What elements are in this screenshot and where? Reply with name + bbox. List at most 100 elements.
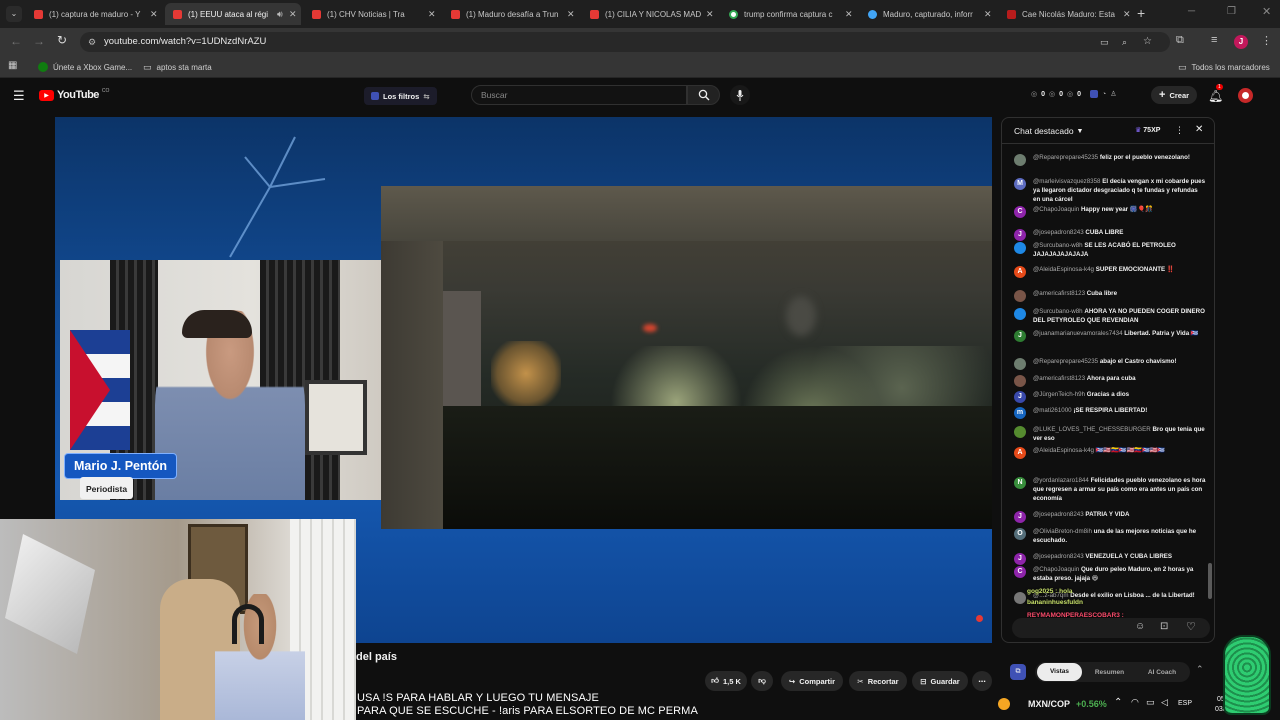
chat-message-body: @americafirst8123 Ahora para cuba [1033,375,1136,387]
browser-tab[interactable]: (1) captura de maduro - Y ✕ [26,3,162,25]
tab-close-icon[interactable]: ✕ [289,9,301,20]
reading-list-icon[interactable]: ≡ [1211,34,1217,46]
chat-message[interactable]: @Surcubano-w8h AHORA YA NO PUEDEN COGER … [1014,308,1206,326]
chat-message[interactable]: J @JürgenTeich-h9h Gracias a dios [1014,391,1206,403]
super-chat-icon[interactable]: ⊡ [1160,621,1168,632]
address-bar[interactable]: ⚙ youtube.com/watch?v=1UDNzdNrAZU ▭ ⌕ ☆ [80,32,1170,52]
chat-scrollbar[interactable] [1208,563,1212,599]
share-icon: ↪ [788,676,796,686]
tab-resumen[interactable]: Resumen [1082,669,1137,676]
chat-message[interactable]: @Repareprepare45235 abajo el Castro chav… [1014,358,1206,370]
tab-close-icon[interactable]: ✕ [1123,9,1135,20]
dislike-button[interactable]: 👎︎ [751,671,773,691]
browser-tab[interactable]: trump confirma captura c ✕ [721,3,857,25]
chat-avatar [1014,592,1026,604]
voice-search-button[interactable] [730,85,750,105]
chat-message[interactable]: J @josepadron8243 VENEZUELA Y CUBA LIBRES [1014,553,1206,565]
share-button[interactable]: ↪ Compartir [781,671,843,691]
chat-text: Desde el exilio en Lisboa ... de la Libe… [1070,592,1195,599]
site-info-icon[interactable]: ⚙ [88,32,96,52]
stock-widget[interactable]: MXN/COP +0.56% [998,698,1107,710]
youtube-logo[interactable]: ▶ YouTube CO [39,88,109,101]
reload-icon[interactable]: ↻ [57,33,67,47]
emoji-icon[interactable]: ☺ [1135,621,1145,632]
chat-input-bar[interactable] [1012,618,1210,638]
tab-close-icon[interactable]: ✕ [567,9,579,20]
minimize-button[interactable]: ─ [1188,6,1195,17]
clip-button[interactable]: ✂ Recortar [849,671,907,691]
chat-message[interactable]: A @AleidaEspinosa-k4g SUPER EMOCIONANTE ‼… [1014,266,1206,278]
chat-message[interactable]: C @ChapoJoaquin Happy new year 🎆🎈🎊 [1014,206,1206,218]
filters-button[interactable]: Los filtros ⇆ [364,87,437,105]
like-button[interactable]: 👍︎ 1,5 K [705,671,747,691]
speaker-icon[interactable]: 🔊︎ [277,9,289,20]
chat-message[interactable]: O @OliviaBreton-dm8ih una de las mejores … [1014,528,1206,546]
chat-mode-dropdown[interactable]: Chat destacado ▼ [1014,126,1083,136]
chat-message[interactable]: J @juanamarianuevamorales7434 Libertad. P… [1014,330,1206,342]
bookmark-folder[interactable]: ▭ aptos sta marta [143,62,212,73]
tab-search-button[interactable]: ⌄ [6,6,22,22]
browser-tab[interactable]: Maduro, capturado, inforr ✕ [860,3,996,25]
chat-message[interactable]: @Surcubano-w8h SE LES ACABÓ EL PETROLEO … [1014,242,1206,260]
search-button[interactable] [687,85,720,105]
chat-message[interactable]: A @AleidaEspinosa-k4g 🇨🇺🇺🇸🇻🇪🇨🇺🇺🇸🇻🇪🇨🇺🇺🇸🇨🇺 [1014,447,1206,459]
chat-message[interactable]: @Repareprepare45235 feliz por el pueblo … [1014,154,1206,166]
close-window-button[interactable]: ✕ [1262,5,1271,18]
tab-ai-coach[interactable]: AI Coach [1137,669,1187,676]
profile-avatar[interactable]: J [1234,35,1248,49]
chat-message[interactable]: m @mati261000 ¡SE RESPIRA LIBERTAD! [1014,407,1206,419]
browser-tab[interactable]: (1) EEUU ataca al régi 🔊︎ ✕ [165,3,301,25]
bookmark-xbox[interactable]: Únete a Xbox Game... [38,62,132,72]
tab-close-icon[interactable]: ✕ [706,9,718,20]
menu-dots-icon[interactable]: ⋮ [1261,34,1272,47]
chat-message[interactable]: N @yordanlazaro1844 Felicidades pueblo ve… [1014,477,1206,504]
chat-message[interactable]: @americafirst8123 Cuba libre [1014,290,1206,302]
chat-tabs-collapse-icon[interactable]: ⌃ [1196,664,1204,675]
language-indicator[interactable]: ESP [1178,700,1192,707]
create-button[interactable]: + Crear [1151,86,1198,104]
browser-tab[interactable]: (1) Maduro desafía a Trun ✕ [443,3,579,25]
all-bookmarks[interactable]: ▭ Todos los marcadores [1178,62,1270,73]
volume-icon[interactable]: ◁ [1161,697,1168,708]
chat-close-icon[interactable]: ✕ [1195,124,1203,135]
wifi-icon[interactable]: ◠ [1131,697,1139,708]
zoom-icon[interactable]: ⌕ [1122,32,1127,52]
search-input[interactable]: Buscar [471,85,687,105]
chat-message[interactable]: @LUKE_LOVES_THE_CHESSEBURGER Bro que ten… [1014,426,1206,444]
chat-message[interactable]: J @josepadron8243 PATRIA Y VIDA [1014,511,1206,523]
apps-grid-icon[interactable]: ▦ [8,60,17,71]
extension-stats[interactable]: ◎ 0 ◎ 0 ◎ 0 ◔ ♙ [1031,90,1117,98]
save-button[interactable]: ⊟ Guardar [912,671,968,691]
notifications-button[interactable]: 🔔︎ 1 [1208,84,1223,105]
hamburger-menu-icon[interactable]: ☰ [13,88,25,104]
chat-author: @mati261000 [1033,407,1072,414]
back-icon[interactable]: ← [10,34,22,48]
browser-tab[interactable]: (1) CHV Noticias | Tra ✕ [304,3,440,25]
more-actions-button[interactable]: ⋯ [972,671,992,691]
tray-chevron-icon[interactable]: ⌃ [1114,697,1122,708]
chat-menu-icon[interactable]: ⋮ [1175,125,1184,136]
tab-close-icon[interactable]: ✕ [984,9,996,20]
tab-vistas[interactable]: Vistas [1037,663,1082,681]
heart-icon[interactable]: ♡ [1186,620,1196,633]
tab-close-icon[interactable]: ✕ [428,9,440,20]
battery-icon[interactable]: ▭ [1146,697,1155,708]
extensions-icon[interactable]: ⧉ [1176,34,1184,47]
forward-icon[interactable]: → [33,34,45,48]
tab-close-icon[interactable]: ✕ [150,9,162,20]
maximize-button[interactable]: ❐ [1227,6,1236,17]
chat-message[interactable]: @americafirst8123 Ahora para cuba [1014,375,1206,387]
browser-tab[interactable]: Cae Nicolás Maduro: Esta ✕ [999,3,1135,25]
cast-icon[interactable]: ▭ [1100,32,1109,52]
chat-message[interactable]: C @ChapoJoaquin Que duro peleo Maduro, en… [1014,566,1206,584]
bookmark-star-icon[interactable]: ☆ [1143,32,1152,52]
chat-message-body: @marleivisvazquez8358 El decía vengan x … [1033,178,1206,205]
new-tab-button[interactable]: + [1137,5,1145,21]
tab-close-icon[interactable]: ✕ [845,9,857,20]
browser-tab[interactable]: (1) CILIA Y NICOLAS MAD ✕ [582,3,718,25]
chat-message[interactable]: J @josepadron8243 CUBA LIBRE [1014,229,1206,241]
chat-message[interactable]: M @marleivisvazquez8358 El decía vengan x… [1014,178,1206,205]
extension-logo[interactable]: ⧉ [1010,664,1026,680]
account-avatar[interactable] [1238,88,1253,103]
xp-badge[interactable]: ♛ 75XP [1135,126,1160,135]
